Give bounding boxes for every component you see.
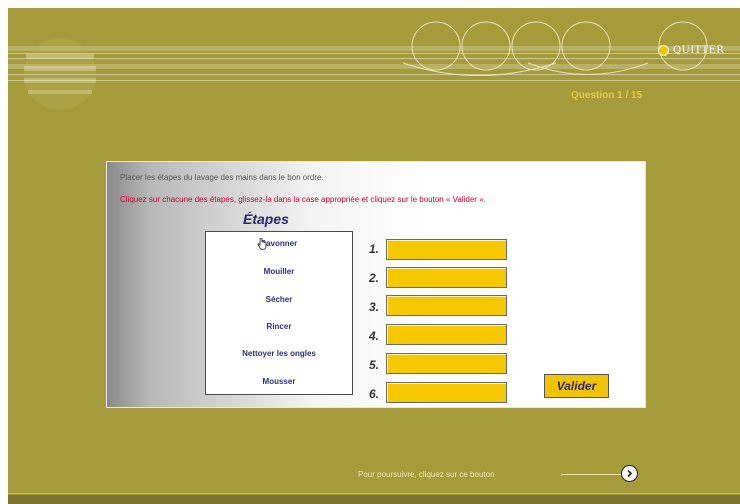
step-item-nettoyer-ongles[interactable]: Nettoyer les ongles: [206, 349, 352, 358]
continue-pointer-line: [561, 474, 621, 475]
step-item-savonner[interactable]: Savonner: [206, 239, 352, 248]
step-item-mouiller[interactable]: Mouiller: [206, 267, 352, 276]
instruction-text: Placer les étapes du lavage des mains da…: [120, 173, 324, 182]
next-button[interactable]: [621, 465, 638, 482]
question-counter: Question 1 / 15: [571, 90, 643, 101]
left-emblem-icon: [24, 38, 96, 110]
answer-slot-6[interactable]: [386, 382, 507, 403]
instruction-red-text: Cliquez sur chacune des étapes, glissez-…: [120, 195, 486, 204]
steps-list: Savonner Mouiller Sécher Rincer Nettoyer…: [205, 231, 353, 395]
exercise-panel: Placer les étapes du lavage des mains da…: [106, 161, 646, 408]
quit-label: QUITTER: [673, 44, 725, 56]
slot-number: 3.: [368, 300, 379, 314]
hand-cursor-icon: [257, 238, 267, 250]
step-item-rincer[interactable]: Rincer: [206, 322, 352, 331]
activity-stage: QUITTER Question 1 / 15 Placer les étape…: [8, 8, 740, 504]
slot-number: 4.: [368, 329, 379, 343]
validate-label: Valider: [556, 379, 597, 393]
chevron-right-icon: [627, 469, 633, 478]
step-item-secher[interactable]: Sécher: [206, 295, 352, 304]
slot-number: 1.: [368, 242, 379, 256]
yellow-dot-icon: [658, 44, 669, 56]
quit-button[interactable]: QUITTER: [658, 41, 724, 59]
answer-slot-2[interactable]: [386, 267, 507, 288]
step-item-mousser[interactable]: Mousser: [206, 377, 352, 386]
answer-slot-3[interactable]: [386, 295, 507, 316]
slot-number: 2.: [368, 271, 379, 285]
answer-slot-4[interactable]: [386, 324, 507, 345]
footer-divider: [8, 493, 740, 494]
header-decoration: [24, 21, 708, 110]
answer-slot-1[interactable]: [386, 239, 507, 260]
app-frame: QUITTER Question 1 / 15 Placer les étape…: [0, 0, 740, 504]
slot-number: 5.: [368, 358, 379, 372]
continue-instruction: Pour poursuivre, cliquez sur ce bouton: [358, 470, 495, 479]
steps-title: Étapes: [243, 211, 289, 227]
answer-slot-5[interactable]: [386, 353, 507, 374]
footer-bar: [8, 495, 740, 504]
slot-number: 6.: [368, 387, 379, 401]
validate-button[interactable]: Valider: [544, 374, 609, 398]
